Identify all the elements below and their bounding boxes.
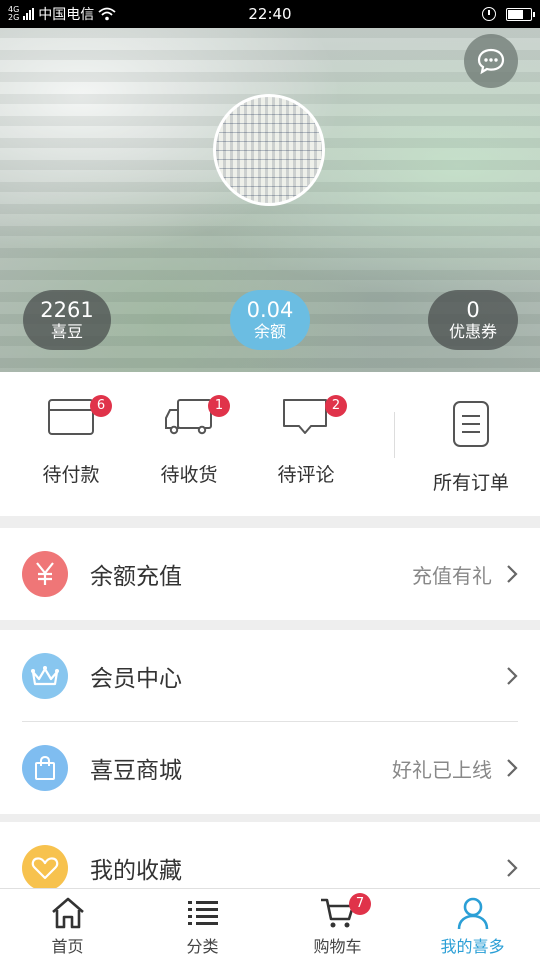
crown-icon <box>22 653 68 699</box>
comment-icon <box>283 399 327 434</box>
orders-section: 6 待付款 1 待收货 2 待评论 所有订单 <box>0 372 540 516</box>
balance-stat[interactable]: 0.04 余额 <box>230 290 310 350</box>
orders-divider <box>394 412 395 458</box>
coupon-label: 优惠券 <box>448 322 497 341</box>
user-icon <box>457 897 488 930</box>
nav-profile-label: 我的喜多 <box>440 937 505 956</box>
network-type-2g: 2G <box>8 13 20 22</box>
wifi-icon <box>98 7 116 21</box>
network-type: 4G 2G <box>8 6 19 22</box>
status-bar: 4G 2G 中国电信 22:40 <box>0 0 540 28</box>
avatar[interactable] <box>213 94 325 206</box>
recharge-hint: 充值有礼 <box>412 563 492 588</box>
truck-icon <box>165 399 212 435</box>
mall-label: 喜豆商城 <box>90 758 182 784</box>
chat-bubble-icon <box>477 48 505 75</box>
menu-row-mall[interactable]: 喜豆商城 好礼已上线 <box>0 722 540 814</box>
menu-row-recharge[interactable]: 余额充值 充值有礼 <box>0 528 540 620</box>
profile-header: 2261 喜豆 0.04 余额 0 优惠券 <box>0 28 540 372</box>
status-left: 4G 2G 中国电信 <box>8 4 208 24</box>
pending-receipt-badge: 1 <box>208 395 230 417</box>
balance-value: 0.04 <box>246 298 294 322</box>
recharge-label: 余额充值 <box>90 564 182 590</box>
bottom-nav: 首页 分类 7 购物车 我的喜多 <box>0 888 540 960</box>
shopping-bag-icon <box>22 745 68 791</box>
coupon-stat[interactable]: 0 优惠券 <box>428 290 518 350</box>
mall-hint: 好礼已上线 <box>392 757 492 782</box>
nav-profile[interactable]: 我的喜多 <box>405 889 540 960</box>
nav-home-label: 首页 <box>51 937 84 956</box>
recharge-card: 余额充值 充值有礼 <box>0 528 540 620</box>
heart-icon <box>22 845 68 891</box>
chevron-right-icon <box>507 565 518 583</box>
beans-label: 喜豆 <box>50 322 83 341</box>
home-icon <box>51 897 84 929</box>
yen-icon <box>22 551 68 597</box>
pending-payment-badge: 6 <box>90 395 112 417</box>
battery-icon <box>506 7 535 21</box>
nav-cart[interactable]: 7 购物车 <box>270 889 405 960</box>
status-right <box>482 7 535 21</box>
cart-badge: 7 <box>349 893 371 915</box>
chevron-right-icon <box>507 759 518 777</box>
coupon-value: 0 <box>466 298 480 322</box>
pending-payment-label: 待付款 <box>42 464 100 486</box>
pending-review-label: 待评论 <box>277 464 335 486</box>
pending-review-badge: 2 <box>325 395 347 417</box>
menu-row-member[interactable]: 会员中心 <box>0 630 540 722</box>
pending-receipt-label: 待收货 <box>160 464 218 486</box>
member-mall-card: 会员中心 喜豆商城 好礼已上线 <box>0 630 540 814</box>
category-icon <box>187 901 218 925</box>
nav-category-label: 分类 <box>186 937 219 956</box>
balance-label: 余额 <box>253 322 286 341</box>
order-pending-review[interactable]: 2 待评论 <box>247 372 365 516</box>
order-list-icon <box>453 401 489 447</box>
card-icon <box>48 399 94 435</box>
favorites-label: 我的收藏 <box>90 858 182 884</box>
nav-category[interactable]: 分类 <box>135 889 270 960</box>
nav-cart-label: 购物车 <box>313 937 362 956</box>
chevron-right-icon <box>507 859 518 877</box>
carrier-name: 中国电信 <box>38 7 95 23</box>
order-pending-payment[interactable]: 6 待付款 <box>12 372 130 516</box>
order-all[interactable]: 所有订单 <box>412 372 530 516</box>
beans-value: 2261 <box>40 298 94 322</box>
order-pending-receipt[interactable]: 1 待收货 <box>130 372 248 516</box>
all-orders-label: 所有订单 <box>432 472 509 494</box>
beans-stat[interactable]: 2261 喜豆 <box>23 290 111 350</box>
member-label: 会员中心 <box>90 666 182 692</box>
message-button[interactable] <box>464 34 518 88</box>
alarm-icon <box>482 7 496 21</box>
chevron-right-icon <box>507 667 518 685</box>
signal-icon <box>23 8 35 20</box>
nav-home[interactable]: 首页 <box>0 889 135 960</box>
